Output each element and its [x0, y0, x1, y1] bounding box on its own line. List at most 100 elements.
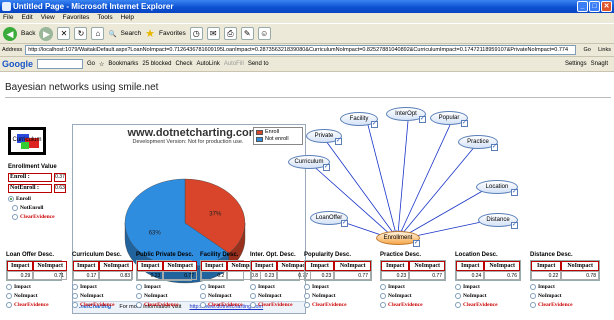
snagit-button[interactable]: SnagIt: [591, 61, 608, 67]
popularity-desc-noimpact-option[interactable]: NoImpact: [304, 293, 372, 299]
distance-desc-impact-radio[interactable]: [530, 284, 536, 290]
history-icon[interactable]: ◷: [189, 27, 203, 40]
address-go-button[interactable]: Go: [576, 47, 598, 53]
node-interopt[interactable]: InterOpt ✓: [386, 107, 426, 123]
practice-desc-noimpact-radio[interactable]: [380, 293, 386, 299]
check-button[interactable]: Check: [175, 61, 192, 67]
facility-desc-impact-radio[interactable]: [200, 284, 206, 290]
inter-opt-desc-clear-option[interactable]: ClearEvidence: [250, 302, 300, 308]
curriculum-desc-clear-radio[interactable]: [72, 302, 78, 308]
facility-desc-clear-option[interactable]: ClearEvidence: [200, 302, 244, 308]
practice-desc-impact-option[interactable]: Impact: [380, 284, 446, 290]
public-private-desc-noimpact-option[interactable]: NoImpact: [136, 293, 193, 299]
curriculum-desc-clear-option[interactable]: ClearEvidence: [72, 302, 132, 308]
menu-tools[interactable]: Tools: [97, 13, 112, 23]
facility-desc-clear-radio[interactable]: [200, 302, 206, 308]
location-desc-noimpact-option[interactable]: NoImpact: [455, 293, 521, 299]
popularity-desc-clear-radio[interactable]: [304, 302, 310, 308]
node-distance[interactable]: Distance ✓: [478, 213, 518, 229]
settings-button[interactable]: Settings: [565, 61, 587, 67]
maximize-button[interactable]: □: [589, 1, 600, 12]
loan-offer-desc-impact-option[interactable]: Impact: [6, 284, 62, 290]
node-practice[interactable]: Practice ✓: [458, 135, 498, 151]
public-private-desc-clear-radio[interactable]: [136, 302, 142, 308]
popup-blocked-button[interactable]: 25 blocked: [142, 61, 171, 67]
loan-offer-desc-clear-radio[interactable]: [6, 302, 12, 308]
notenroll-radio[interactable]: [12, 205, 18, 211]
node-facility[interactable]: Facility ✓: [340, 112, 378, 128]
popularity-desc-noimpact-radio[interactable]: [304, 293, 310, 299]
location-desc-clear-option[interactable]: ClearEvidence: [455, 302, 521, 308]
facility-desc-noimpact-option[interactable]: NoImpact: [200, 293, 244, 299]
practice-desc-clear-option[interactable]: ClearEvidence: [380, 302, 446, 308]
stop-icon[interactable]: ✕: [57, 27, 71, 40]
curriculum-desc-impact-radio[interactable]: [72, 284, 78, 290]
inter-opt-desc-impact-radio[interactable]: [250, 284, 256, 290]
favorites-label[interactable]: Favorites: [159, 30, 186, 37]
popularity-desc-impact-option[interactable]: Impact: [304, 284, 372, 290]
menu-view[interactable]: View: [41, 13, 55, 23]
inter-opt-desc-noimpact-option[interactable]: NoImpact: [250, 293, 300, 299]
menu-file[interactable]: File: [3, 13, 13, 23]
loan-offer-desc-impact-radio[interactable]: [6, 284, 12, 290]
enroll-radio[interactable]: [8, 196, 14, 202]
minimize-button[interactable]: _: [577, 1, 588, 12]
loan-offer-desc-noimpact-radio[interactable]: [6, 293, 12, 299]
inter-opt-desc-impact-option[interactable]: Impact: [250, 284, 300, 290]
inter-opt-desc-noimpact-radio[interactable]: [250, 293, 256, 299]
enroll-option[interactable]: Enroll: [8, 196, 31, 202]
popularity-desc-clear-option[interactable]: ClearEvidence: [304, 302, 372, 308]
location-desc-clear-radio[interactable]: [455, 302, 461, 308]
distance-desc-noimpact-radio[interactable]: [530, 293, 536, 299]
google-search-input[interactable]: [37, 59, 83, 69]
distance-desc-impact-option[interactable]: Impact: [530, 284, 600, 290]
refresh-icon[interactable]: ↻: [74, 27, 88, 40]
curriculum-desc-noimpact-radio[interactable]: [72, 293, 78, 299]
node-enrollment[interactable]: Enrollment ✓: [376, 231, 420, 247]
node-private[interactable]: Private ✓: [306, 129, 342, 145]
node-curriculum[interactable]: Curriculum ✓: [288, 155, 330, 171]
print-icon[interactable]: ⎙: [223, 27, 237, 40]
autofill-button[interactable]: AutoFill: [224, 61, 244, 67]
menu-help[interactable]: Help: [121, 13, 134, 23]
node-loanoffer[interactable]: LoanOffer ✓: [310, 211, 348, 227]
favorites-star-icon[interactable]: ★: [145, 27, 155, 40]
notenroll-option[interactable]: NotEnroll: [12, 205, 43, 211]
search-icon[interactable]: 🔍: [108, 30, 116, 38]
forward-arrow-icon[interactable]: ▶: [39, 26, 54, 41]
public-private-desc-impact-radio[interactable]: [136, 284, 142, 290]
practice-desc-impact-radio[interactable]: [380, 284, 386, 290]
edit-icon[interactable]: ✎: [240, 27, 254, 40]
distance-desc-noimpact-option[interactable]: NoImpact: [530, 293, 600, 299]
node-popular[interactable]: Popular ✓: [430, 111, 468, 127]
links-label[interactable]: Links: [598, 47, 611, 53]
loan-offer-desc-noimpact-option[interactable]: NoImpact: [6, 293, 62, 299]
popularity-desc-impact-radio[interactable]: [304, 284, 310, 290]
public-private-desc-noimpact-radio[interactable]: [136, 293, 142, 299]
public-private-desc-clear-option[interactable]: ClearEvidence: [136, 302, 193, 308]
practice-desc-clear-radio[interactable]: [380, 302, 386, 308]
facility-desc-noimpact-radio[interactable]: [200, 293, 206, 299]
back-label[interactable]: Back: [21, 30, 35, 37]
autolink-button[interactable]: AutoLink: [196, 61, 219, 67]
curriculum-desc-impact-option[interactable]: Impact: [72, 284, 132, 290]
back-arrow-icon[interactable]: ◀: [3, 26, 17, 41]
loan-offer-desc-clear-option[interactable]: ClearEvidence: [6, 302, 62, 308]
menu-favorites[interactable]: Favorites: [63, 13, 90, 23]
node-location[interactable]: Location ✓: [476, 180, 518, 196]
enrollment-clear-radio[interactable]: [12, 214, 18, 220]
practice-desc-noimpact-option[interactable]: NoImpact: [380, 293, 446, 299]
close-button[interactable]: ✕: [601, 1, 612, 12]
facility-desc-impact-option[interactable]: Impact: [200, 284, 244, 290]
home-icon[interactable]: ⌂: [91, 27, 105, 40]
distance-desc-clear-radio[interactable]: [530, 302, 536, 308]
inter-opt-desc-clear-radio[interactable]: [250, 302, 256, 308]
address-input[interactable]: http://localhost:1079/WaitakiDefault.asp…: [25, 45, 577, 55]
location-desc-impact-radio[interactable]: [455, 284, 461, 290]
google-go-button[interactable]: Go: [87, 61, 95, 67]
search-label[interactable]: Search: [121, 30, 142, 37]
sendto-button[interactable]: Send to: [248, 61, 269, 67]
mail-icon[interactable]: ✉: [206, 27, 220, 40]
menu-edit[interactable]: Edit: [21, 13, 32, 23]
distance-desc-clear-option[interactable]: ClearEvidence: [530, 302, 600, 308]
